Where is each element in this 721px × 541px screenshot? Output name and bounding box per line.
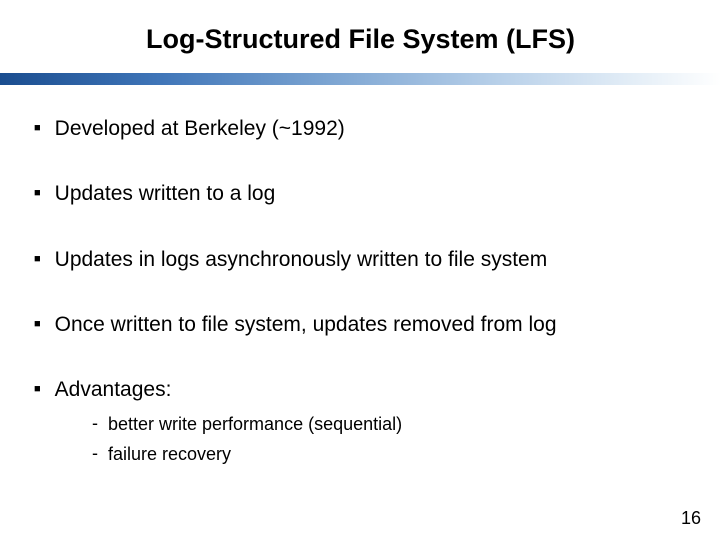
square-bullet-icon: ■ <box>34 122 41 134</box>
bullet-text: Developed at Berkeley (~1992) <box>55 115 345 142</box>
page-number: 16 <box>681 508 701 529</box>
slide-content: ■ Developed at Berkeley (~1992) ■ Update… <box>0 85 721 466</box>
sub-bullet-text: failure recovery <box>108 443 231 466</box>
bullet-item: ■ Updates written to a log <box>34 180 687 207</box>
slide-title: Log-Structured File System (LFS) <box>0 0 721 73</box>
bullet-item: ■ Once written to file system, updates r… <box>34 311 687 338</box>
square-bullet-icon: ■ <box>34 383 41 395</box>
sub-bullet-list: - better write performance (sequential) … <box>34 413 687 466</box>
bullet-item: ■ Updates in logs asynchronously written… <box>34 246 687 273</box>
dash-bullet-icon: - <box>92 413 98 434</box>
bullet-item: ■ Advantages: <box>34 376 687 403</box>
bullet-text: Updates written to a log <box>55 180 276 207</box>
dash-bullet-icon: - <box>92 443 98 464</box>
square-bullet-icon: ■ <box>34 253 41 265</box>
bullet-text: Advantages: <box>55 376 172 403</box>
sub-bullet-text: better write performance (sequential) <box>108 413 402 436</box>
bullet-text: Once written to file system, updates rem… <box>55 311 557 338</box>
sub-bullet-item: - failure recovery <box>92 443 687 466</box>
bullet-item: ■ Developed at Berkeley (~1992) <box>34 115 687 142</box>
bullet-text: Updates in logs asynchronously written t… <box>55 246 548 273</box>
sub-bullet-item: - better write performance (sequential) <box>92 413 687 436</box>
square-bullet-icon: ■ <box>34 187 41 199</box>
square-bullet-icon: ■ <box>34 318 41 330</box>
divider-bar <box>0 73 721 85</box>
slide: Log-Structured File System (LFS) ■ Devel… <box>0 0 721 541</box>
